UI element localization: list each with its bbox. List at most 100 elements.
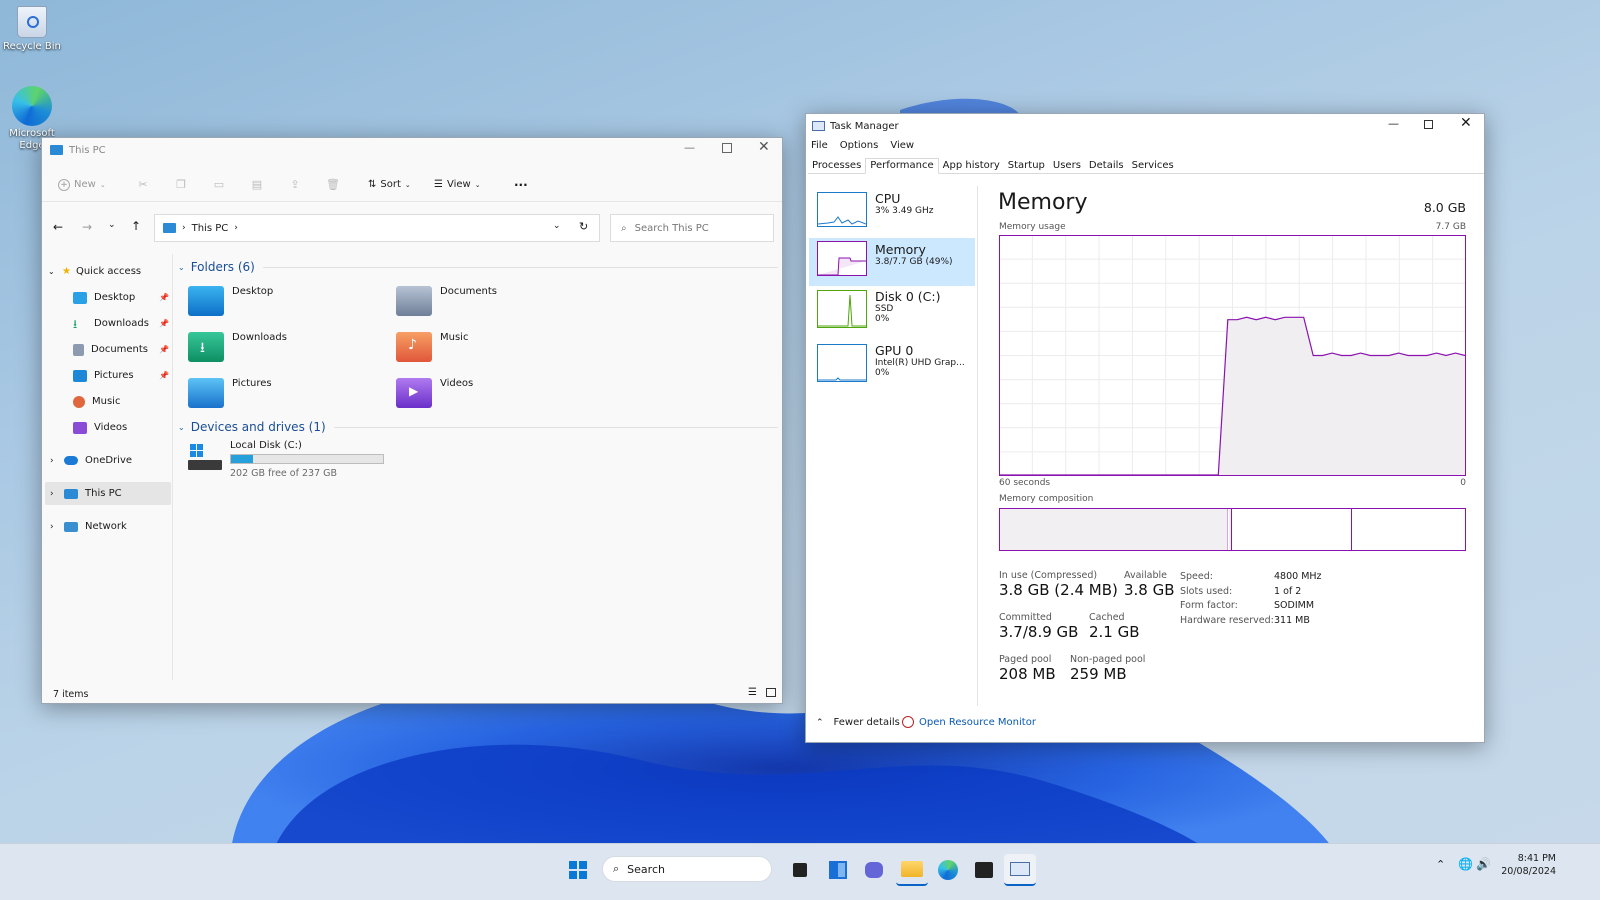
minimize-button[interactable]: —	[684, 141, 695, 154]
nav-item-desktop[interactable]: Desktop 📌	[45, 286, 171, 309]
explorer-titlebar[interactable]: This PC — ✕	[42, 138, 782, 162]
task-manager-window: Task Manager — ✕ File Options View Proce…	[805, 113, 1485, 743]
clock[interactable]: 8:41 PM 20/08/2024	[1496, 852, 1556, 878]
store-icon[interactable]	[968, 854, 1000, 886]
network-icon	[64, 521, 78, 532]
sidebar-item-disk[interactable]: Disk 0 (C:) SSD 0%	[809, 287, 975, 341]
menu-view[interactable]: View	[890, 140, 914, 151]
drives-group-header[interactable]: ⌄ Devices and drives (1)	[178, 420, 778, 434]
search-input[interactable]: Search This PC	[635, 223, 709, 234]
open-resource-monitor-link[interactable]: Open Resource Monitor	[902, 716, 1036, 728]
composition-in-use	[1000, 509, 1228, 550]
recycle-bin-icon	[17, 6, 47, 38]
folders-group-header[interactable]: ⌄ Folders (6)	[178, 260, 778, 274]
widgets-icon[interactable]	[822, 854, 854, 886]
nav-item-network[interactable]: › Network	[45, 515, 171, 538]
music-folder-icon: ♪	[396, 332, 432, 362]
nav-item-this-pc[interactable]: › This PC	[45, 482, 171, 505]
chat-icon[interactable]	[858, 854, 890, 886]
menu-bar: File Options View	[811, 140, 914, 151]
folder-videos[interactable]: ▶ Videos	[396, 378, 473, 408]
status-item-count: 7 items	[53, 689, 89, 700]
tab-users[interactable]: Users	[1049, 158, 1085, 173]
cut-icon[interactable]: ✂	[124, 178, 162, 191]
graph-axis-right: 0	[1460, 478, 1466, 488]
folder-music[interactable]: ♪ Music	[396, 332, 468, 362]
pin-icon: 📌	[159, 293, 169, 302]
documents-folder-icon	[396, 286, 432, 316]
maximize-button[interactable]	[722, 143, 732, 153]
share-icon[interactable]: ⇪	[276, 178, 314, 191]
close-button[interactable]: ✕	[1460, 115, 1472, 131]
new-button[interactable]: + New ⌄	[58, 178, 124, 191]
tab-details[interactable]: Details	[1085, 158, 1128, 173]
taskbar: ⌕ Search ⌃ 🌐 🔊 8:41 PM 20/08/2024	[0, 843, 1600, 900]
composition-standby	[1232, 509, 1352, 550]
menu-file[interactable]: File	[811, 140, 828, 151]
volume-icon[interactable]: 🔊	[1476, 857, 1491, 871]
edge-taskbar-icon[interactable]	[932, 854, 964, 886]
sidebar-item-cpu[interactable]: CPU 3% 3.49 GHz	[809, 189, 975, 237]
back-icon[interactable]: ←	[53, 220, 63, 234]
nav-item-music[interactable]: Music	[45, 390, 171, 413]
drive-name: Local Disk (C:)	[230, 440, 302, 451]
nav-item-pictures[interactable]: Pictures 📌	[45, 364, 171, 387]
memory-total: 8.0 GB	[1423, 200, 1466, 215]
breadcrumb[interactable]: This PC	[192, 223, 229, 234]
tab-startup[interactable]: Startup	[1004, 158, 1049, 173]
minimize-button[interactable]: —	[1388, 117, 1399, 130]
tab-services[interactable]: Services	[1128, 158, 1178, 173]
nav-item-downloads[interactable]: ⭳ Downloads 📌	[45, 312, 171, 335]
nav-quick-access[interactable]: ⌄ ★ Quick access	[45, 260, 171, 283]
folder-desktop[interactable]: Desktop	[188, 286, 273, 316]
rename-icon[interactable]: ▤	[238, 178, 276, 191]
music-icon	[73, 395, 85, 408]
details-view-icon[interactable]: ☰	[748, 687, 757, 698]
folder-documents[interactable]: Documents	[396, 286, 497, 316]
folder-pictures[interactable]: Pictures	[188, 378, 272, 408]
sidebar-item-gpu[interactable]: GPU 0 Intel(R) UHD Grap... 0%	[809, 341, 975, 395]
file-explorer-taskbar-icon[interactable]	[896, 854, 928, 886]
copy-icon[interactable]: ❐	[162, 178, 200, 191]
close-button[interactable]: ✕	[758, 139, 770, 155]
view-button[interactable]: ☰ View ⌄	[434, 179, 506, 190]
sidebar-memory-name: Memory	[875, 242, 926, 257]
folder-downloads[interactable]: ⭳ Downloads	[188, 332, 287, 362]
tab-app-history[interactable]: App history	[939, 158, 1004, 173]
nav-item-onedrive[interactable]: › OneDrive	[45, 449, 171, 472]
tab-performance[interactable]: Performance	[865, 158, 939, 174]
tiles-view-icon[interactable]	[766, 688, 776, 697]
command-bar: + New ⌄ ✂ ❐ ▭ ▤ ⇪ 🗑 ⇅ Sort ⌄ ☰ View ⌄ ···	[42, 168, 782, 202]
task-manager-taskbar-icon[interactable]	[1004, 854, 1036, 886]
menu-options[interactable]: Options	[840, 140, 879, 151]
desktop-icon-recycle-bin[interactable]: Recycle Bin	[0, 6, 68, 52]
memory-thumbnail-graph	[817, 241, 867, 276]
maximize-button[interactable]	[1424, 120, 1433, 129]
tab-processes[interactable]: Processes	[808, 158, 865, 173]
forward-icon[interactable]: →	[82, 220, 92, 234]
nav-item-documents[interactable]: Documents 📌	[45, 338, 171, 361]
windows-drive-icon	[188, 444, 222, 472]
sort-button[interactable]: ⇅ Sort ⌄	[368, 179, 434, 190]
recent-chevron-icon[interactable]: ⌄	[108, 220, 116, 230]
refresh-icon[interactable]: ↻	[579, 220, 588, 233]
taskmanager-title: Task Manager	[830, 120, 899, 132]
tray-chevron-icon[interactable]: ⌃	[1436, 858, 1445, 871]
delete-icon[interactable]: 🗑	[314, 178, 352, 191]
drive-c[interactable]: Local Disk (C:) 202 GB free of 237 GB	[188, 440, 388, 480]
taskbar-search[interactable]: ⌕ Search	[602, 856, 772, 882]
task-view-icon[interactable]	[784, 854, 816, 886]
address-bar[interactable]: › This PC › ⌄ ↻	[154, 214, 600, 242]
fewer-details-button[interactable]: ⌃ Fewer details	[816, 717, 900, 728]
download-icon: ⭳	[73, 316, 78, 331]
paste-icon[interactable]: ▭	[200, 178, 238, 191]
more-options-button[interactable]: ···	[514, 178, 528, 192]
taskmanager-titlebar[interactable]: Task Manager — ✕	[806, 114, 1484, 138]
up-icon[interactable]: ↑	[131, 219, 141, 233]
nav-item-videos[interactable]: Videos	[45, 416, 171, 439]
network-tray-icon[interactable]: 🌐	[1458, 857, 1473, 871]
start-button[interactable]	[562, 854, 594, 886]
search-box[interactable]: ⌕ Search This PC	[610, 214, 774, 242]
address-dropdown-icon[interactable]: ⌄	[553, 221, 561, 231]
sidebar-item-memory[interactable]: Memory 3.8/7.7 GB (49%)	[809, 238, 975, 286]
